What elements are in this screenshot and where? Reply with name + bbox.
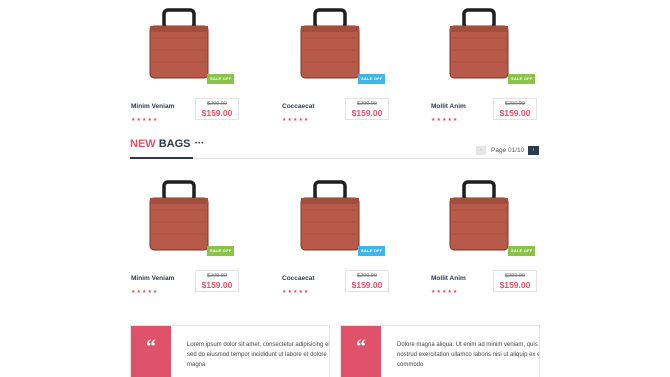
product-name[interactable]: Mollit Anim <box>431 103 466 110</box>
product-name[interactable]: Coccaecat <box>282 103 315 110</box>
section-underline-accent <box>130 157 193 159</box>
section-dots: ••• <box>195 141 205 147</box>
product-card[interactable]: SALE OFF Minim Veniam ★★★★★ $200.00 $159… <box>120 180 250 300</box>
sale-badge: SALE OFF <box>508 246 536 256</box>
product-row-1: SALE OFF Minim Veniam ★★★★★ $200.00 $159… <box>120 8 550 128</box>
old-price: $200.00 <box>505 101 525 107</box>
product-image[interactable] <box>142 8 216 84</box>
product-row-2: SALE OFF Minim Veniam ★★★★★ $200.00 $159… <box>120 180 550 300</box>
quote-icon: “ <box>146 336 156 358</box>
sale-price: $159.00 <box>201 280 233 290</box>
price-box: $200.00 $159.00 <box>195 98 239 120</box>
pagination-label: Page 01/10 <box>491 147 525 154</box>
product-card[interactable]: SALE OFF Mollit Anim ★★★★★ $200.00 $159.… <box>420 8 550 128</box>
sale-price: $159.00 <box>351 108 383 118</box>
old-price: $200.00 <box>357 273 377 279</box>
sale-price: $159.00 <box>499 280 531 290</box>
testimonial-text: Lorem ipsum dolor sit amet, consectetur … <box>187 342 330 368</box>
old-price: $200.00 <box>357 101 377 107</box>
product-image[interactable] <box>293 180 367 256</box>
sale-badge: SALE OFF <box>207 246 235 256</box>
testimonial-card: “ Dolore magna aliqua. Ut enim ad minim … <box>340 325 540 377</box>
rating-stars: ★★★★★ <box>131 117 159 123</box>
sale-price: $159.00 <box>351 280 383 290</box>
sale-badge: SALE OFF <box>508 74 536 84</box>
sale-badge: SALE OFF <box>358 74 386 84</box>
chevron-left-icon[interactable]: ‹ <box>476 146 486 155</box>
product-image[interactable] <box>442 180 516 256</box>
product-image[interactable] <box>293 8 367 84</box>
quote-icon-box: “ <box>341 326 381 377</box>
product-image[interactable] <box>442 8 516 84</box>
product-card[interactable]: SALE OFF Coccaecat ★★★★★ $200.00 $159.00 <box>271 180 401 300</box>
quote-icon-box: “ <box>131 326 171 377</box>
rating-stars: ★★★★★ <box>282 289 310 295</box>
old-price: $200.00 <box>505 273 525 279</box>
product-name[interactable]: Coccaecat <box>282 275 315 282</box>
chevron-right-icon[interactable]: › <box>528 146 539 155</box>
product-name[interactable]: Minim Veniam <box>131 103 174 110</box>
price-box: $200.00 $159.00 <box>345 270 389 292</box>
product-card[interactable]: SALE OFF Coccaecat ★★★★★ $200.00 $159.00 <box>271 8 401 128</box>
sale-price: $159.00 <box>499 108 531 118</box>
price-box: $200.00 $159.00 <box>493 98 537 120</box>
product-card[interactable]: SALE OFF Mollit Anim ★★★★★ $200.00 $159.… <box>420 180 550 300</box>
price-box: $200.00 $159.00 <box>195 270 239 292</box>
testimonial-card: “ Lorem ipsum dolor sit amet, consectetu… <box>130 325 330 377</box>
section-title-rest: BAGS <box>158 138 191 150</box>
testimonial-text: Dolore magna aliqua. Ut enim ad minim ve… <box>397 342 540 368</box>
product-card[interactable]: SALE OFF Minim Veniam ★★★★★ $200.00 $159… <box>120 8 250 128</box>
section-divider <box>193 158 541 159</box>
product-image[interactable] <box>142 180 216 256</box>
quote-icon: “ <box>356 336 366 358</box>
sale-badge: SALE OFF <box>358 246 386 256</box>
old-price: $200.00 <box>207 101 227 107</box>
section-title-highlight: NEW <box>130 138 156 150</box>
product-name[interactable]: Mollit Anim <box>431 275 466 282</box>
section-title: NEW BAGS <box>130 138 191 150</box>
old-price: $200.00 <box>207 273 227 279</box>
price-box: $200.00 $159.00 <box>345 98 389 120</box>
price-box: $200.00 $159.00 <box>493 270 537 292</box>
sale-badge: SALE OFF <box>207 74 235 84</box>
rating-stars: ★★★★★ <box>131 289 159 295</box>
rating-stars: ★★★★★ <box>431 117 459 123</box>
sale-price: $159.00 <box>201 108 233 118</box>
rating-stars: ★★★★★ <box>282 117 310 123</box>
product-name[interactable]: Minim Veniam <box>131 275 174 282</box>
rating-stars: ★★★★★ <box>431 289 459 295</box>
